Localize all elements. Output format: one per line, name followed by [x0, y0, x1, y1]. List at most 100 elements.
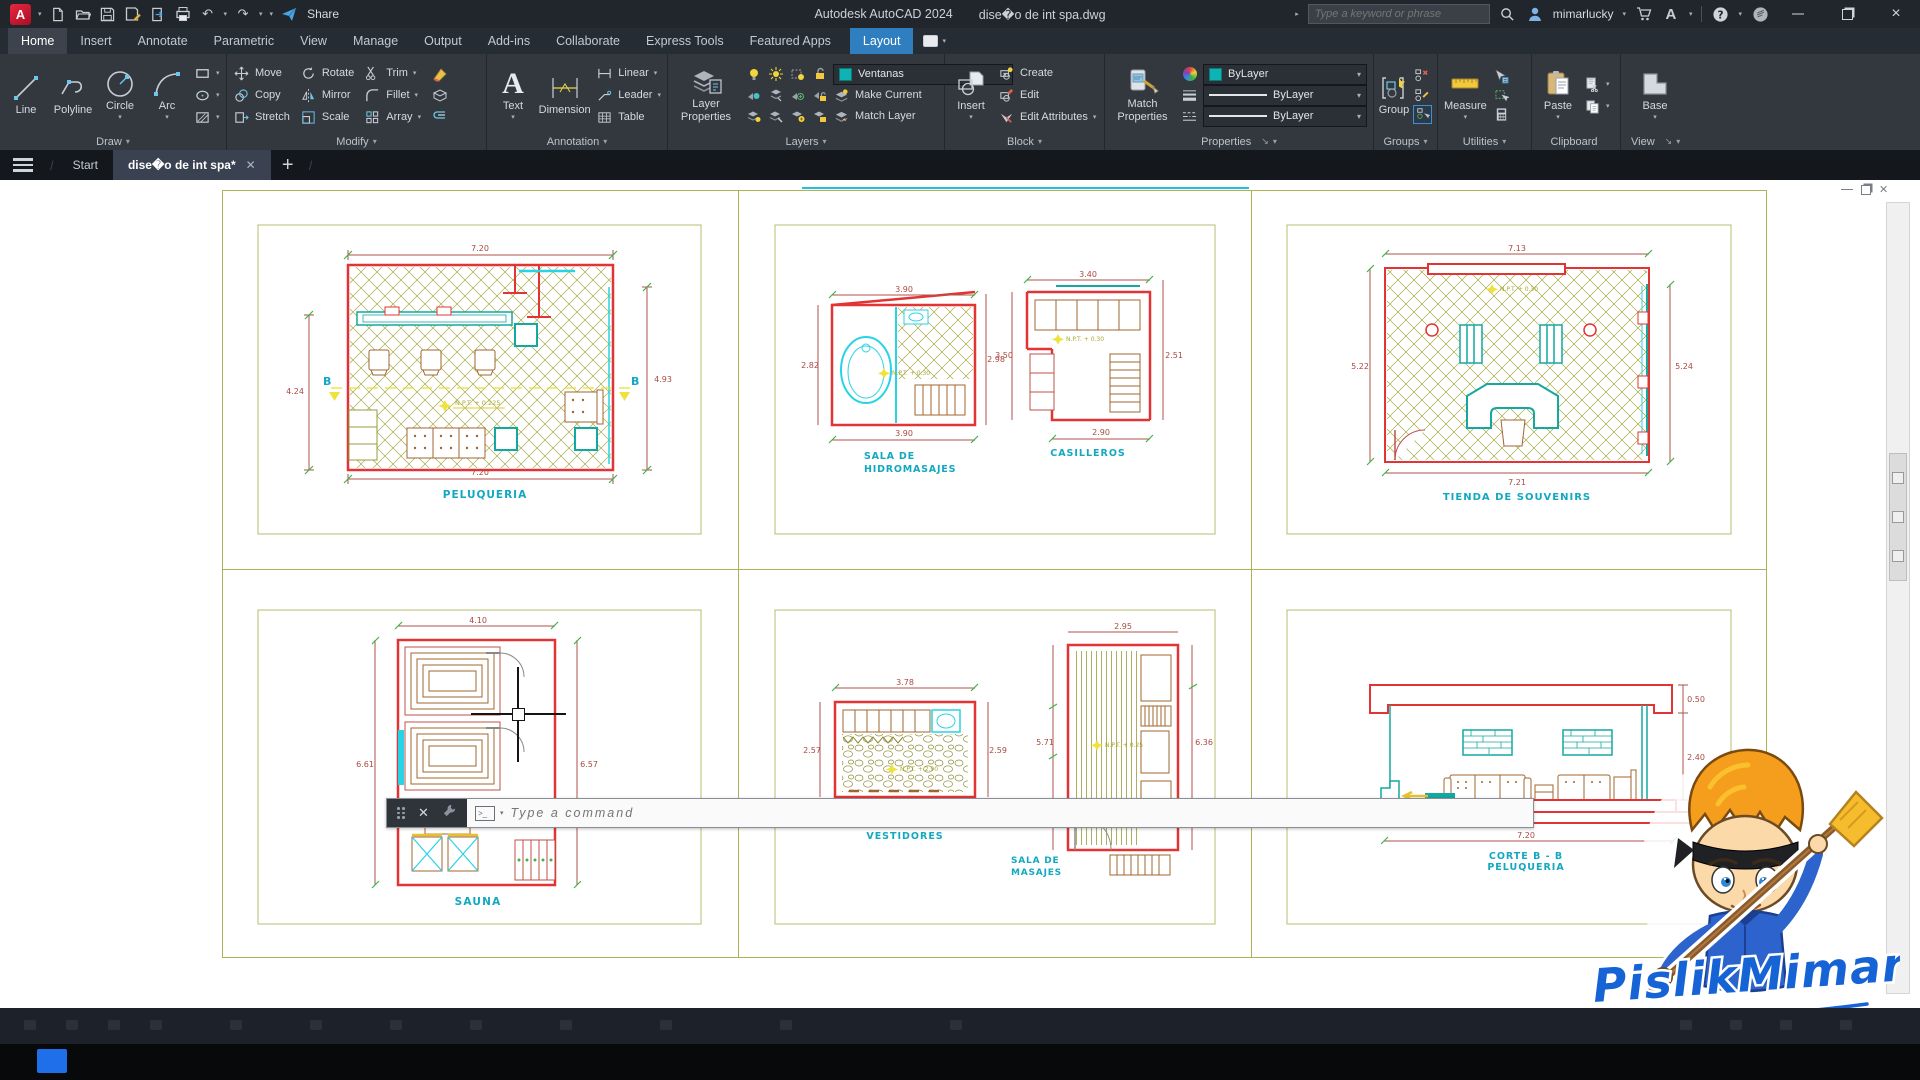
- lineweight-icon[interactable]: [1181, 87, 1198, 104]
- panel-label-block[interactable]: Block: [945, 133, 1104, 150]
- share-label[interactable]: Share: [307, 7, 339, 21]
- array-button[interactable]: Array▾: [364, 108, 421, 127]
- text-button[interactable]: A Text▾: [493, 69, 533, 121]
- tab-add-ins[interactable]: Add-ins: [475, 28, 543, 54]
- nav-orbit-icon[interactable]: [1892, 550, 1904, 562]
- command-drag-grip-icon[interactable]: [397, 807, 405, 819]
- tab-output[interactable]: Output: [411, 28, 475, 54]
- layer-lock2-icon[interactable]: [811, 87, 828, 104]
- command-prompt[interactable]: >_ ▾: [467, 799, 1533, 827]
- layer-isolate2-icon[interactable]: [767, 87, 784, 104]
- color-wheel-icon[interactable]: [1181, 66, 1198, 83]
- line-button[interactable]: Line: [6, 73, 46, 117]
- ungroup-icon[interactable]: [1413, 67, 1430, 84]
- user-avatar-icon[interactable]: [1526, 5, 1544, 23]
- redo-caret-icon[interactable]: ▾: [259, 11, 263, 18]
- table-button[interactable]: Table: [596, 108, 661, 127]
- layer-merge-icon[interactable]: [789, 108, 806, 125]
- taskbar-item[interactable]: [37, 1049, 67, 1073]
- layer-unlock-icon[interactable]: [811, 108, 828, 125]
- user-menu-caret-icon[interactable]: ▾: [1622, 11, 1626, 18]
- layer-off-icon[interactable]: [745, 87, 762, 104]
- panel-label-properties[interactable]: Properties↘: [1105, 133, 1373, 150]
- feedback-icon[interactable]: [1751, 5, 1769, 23]
- rotate-button[interactable]: Rotate: [300, 64, 354, 83]
- cut-icon[interactable]: [1584, 76, 1601, 93]
- app-store-cart-icon[interactable]: [1635, 5, 1653, 23]
- hatch-tool-icon[interactable]: [194, 109, 211, 126]
- command-customize-wrench-icon[interactable]: [442, 803, 457, 823]
- arc-button[interactable]: Arc ▾: [147, 69, 187, 121]
- panel-label-annotation[interactable]: Annotation: [487, 133, 667, 150]
- circle-button[interactable]: Circle ▾: [100, 69, 140, 121]
- tab-layout[interactable]: Layout: [850, 28, 914, 54]
- panel-label-view[interactable]: View↘: [1621, 133, 1920, 150]
- linetype-icon[interactable]: [1181, 108, 1198, 125]
- linetype-dropdown[interactable]: ByLayer: [1203, 106, 1367, 127]
- panel-label-clipboard[interactable]: Clipboard: [1532, 133, 1620, 150]
- make-current-button[interactable]: Make Current: [833, 86, 922, 105]
- edit-block-button[interactable]: Edit: [998, 86, 1096, 105]
- menu-hamburger-icon[interactable]: [0, 150, 46, 180]
- scale-button[interactable]: Scale: [300, 108, 354, 127]
- open-file-icon[interactable]: [74, 5, 92, 23]
- layer-on-bulb-icon[interactable]: [745, 66, 762, 83]
- group-button[interactable]: Group: [1378, 73, 1410, 117]
- explode-icon[interactable]: [431, 87, 448, 104]
- app-menu-caret-icon[interactable]: ▾: [38, 11, 42, 18]
- move-button[interactable]: Move: [233, 64, 290, 83]
- lineweight-dropdown[interactable]: ByLayer: [1203, 85, 1367, 106]
- linear-button[interactable]: Linear▾: [596, 64, 661, 83]
- tab-featured-apps[interactable]: Featured Apps: [737, 28, 844, 54]
- document-tab[interactable]: dise�o de int spa* ✕: [113, 150, 271, 180]
- vp-minimize-icon[interactable]: [1841, 189, 1853, 191]
- document-tab-close-icon[interactable]: ✕: [246, 158, 256, 172]
- autodesk-logo-icon[interactable]: A: [1662, 5, 1680, 23]
- match-properties-button[interactable]: Match Properties: [1111, 67, 1174, 123]
- insert-button[interactable]: Insert▾: [951, 69, 991, 121]
- panel-label-layers[interactable]: Layers: [668, 133, 944, 150]
- fillet-button[interactable]: Fillet▾: [364, 86, 421, 105]
- stretch-button[interactable]: Stretch: [233, 108, 290, 127]
- paste-button[interactable]: Paste▾: [1538, 69, 1578, 121]
- tab-manage[interactable]: Manage: [340, 28, 411, 54]
- copy-clip-icon[interactable]: [1584, 98, 1601, 115]
- status-bar[interactable]: [0, 1008, 1920, 1044]
- tab-home[interactable]: Home: [8, 28, 67, 54]
- tab-insert[interactable]: Insert: [67, 28, 124, 54]
- mirror-button[interactable]: Mirror: [300, 86, 354, 105]
- layer-properties-button[interactable]: Layer Properties: [674, 67, 738, 123]
- layer-freeze-sun-icon[interactable]: [767, 66, 784, 83]
- qat-customize-caret-icon[interactable]: ▾: [270, 11, 274, 18]
- layer-vpfreeze-icon[interactable]: [767, 108, 784, 125]
- panel-label-groups[interactable]: Groups: [1374, 133, 1437, 150]
- command-line-bar[interactable]: ✕ >_ ▾: [386, 798, 1534, 828]
- save-icon[interactable]: [99, 5, 117, 23]
- dimension-button[interactable]: Dimension: [540, 73, 589, 117]
- tab-parametric[interactable]: Parametric: [201, 28, 287, 54]
- nav-pan-icon[interactable]: [1892, 472, 1904, 484]
- edit-attributes-button[interactable]: Edit Attributes▾: [998, 108, 1096, 127]
- plot-icon[interactable]: [149, 5, 167, 23]
- vp-restore-icon[interactable]: [1861, 185, 1871, 195]
- save-as-icon[interactable]: [124, 5, 142, 23]
- panel-label-draw[interactable]: Draw: [0, 133, 226, 150]
- start-tab[interactable]: Start: [58, 150, 113, 180]
- new-file-icon[interactable]: [49, 5, 67, 23]
- id-point-icon[interactable]: [1493, 87, 1510, 104]
- restore-button[interactable]: [1827, 0, 1867, 28]
- print-icon[interactable]: [174, 5, 192, 23]
- search-expand-caret-icon[interactable]: ▸: [1295, 11, 1299, 18]
- vp-close-icon[interactable]: ✕: [1879, 183, 1888, 196]
- undo-caret-icon[interactable]: ▾: [224, 11, 228, 18]
- quick-select-icon[interactable]: [1493, 68, 1510, 85]
- tab-collaborate[interactable]: Collaborate: [543, 28, 633, 54]
- scrollbar-thumb[interactable]: [1889, 453, 1907, 581]
- overkill-icon[interactable]: [431, 107, 448, 124]
- layer-lock-icon[interactable]: [811, 66, 828, 83]
- create-block-button[interactable]: Create: [998, 64, 1096, 83]
- close-button[interactable]: ×: [1876, 0, 1916, 28]
- command-input[interactable]: [509, 805, 1533, 821]
- copy-button[interactable]: Copy: [233, 86, 290, 105]
- match-layer-button[interactable]: Match Layer: [833, 107, 916, 126]
